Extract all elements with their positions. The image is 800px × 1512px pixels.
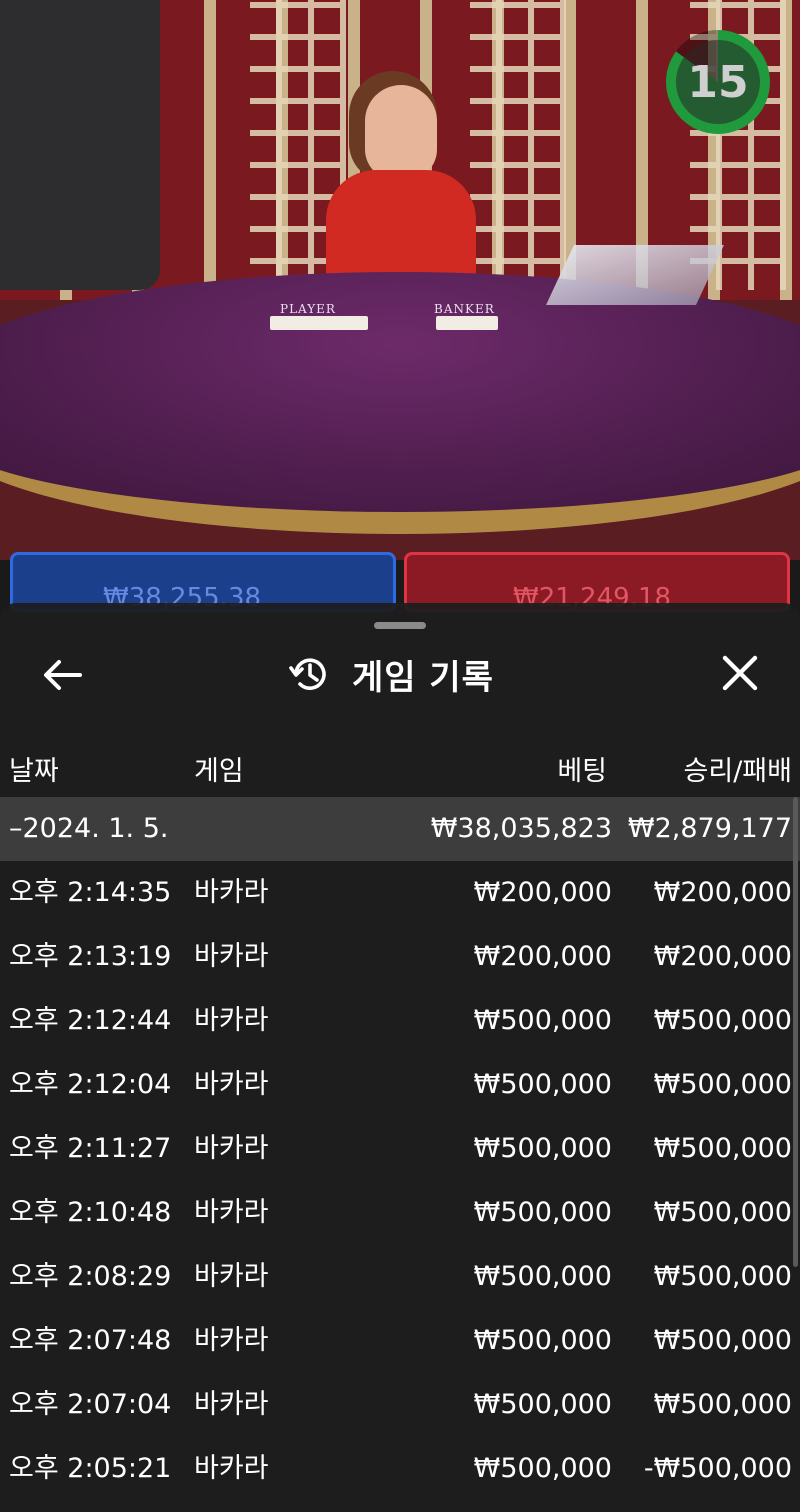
dealer-head xyxy=(365,85,437,180)
row-result: ₩500,000 xyxy=(653,1005,792,1036)
row-bet: ₩500,000 xyxy=(473,1261,612,1292)
drag-handle[interactable] xyxy=(374,622,426,629)
row-result: ₩500,000 xyxy=(653,1133,792,1164)
row-result: -₩500,000 xyxy=(643,1453,792,1484)
row-result: ₩500,000 xyxy=(653,1069,792,1100)
row-game: 바카라 xyxy=(194,941,269,972)
row-bet: ₩500,000 xyxy=(473,1133,612,1164)
date-group-row[interactable]: –2024. 1. 5. ₩38,035,823 ₩2,879,177 xyxy=(0,797,800,861)
history-row[interactable]: 오후 2:05:21 바카라 ₩500,000 -₩500,000 xyxy=(0,1437,800,1501)
row-game: 바카라 xyxy=(194,1325,269,1356)
live-video-feed: PLAYER BANKER 15 xyxy=(0,0,800,560)
history-row[interactable]: 오후 2:12:44 바카라 ₩500,000 ₩500,000 xyxy=(0,989,800,1053)
row-bet: ₩500,000 xyxy=(473,1197,612,1228)
row-bet: ₩500,000 xyxy=(473,1325,612,1356)
table-label-player: PLAYER xyxy=(280,302,336,316)
row-time: 오후 2:13:19 xyxy=(9,941,172,972)
row-bet: ₩200,000 xyxy=(473,877,612,908)
history-row[interactable]: 오후 2:14:35 바카라 ₩200,000 ₩200,000 xyxy=(0,861,800,925)
date-group-bet-total: ₩38,035,823 xyxy=(430,813,612,844)
scrollbar[interactable] xyxy=(793,797,798,1267)
column-header-result: 승리/패배 xyxy=(683,756,792,787)
close-icon xyxy=(722,655,758,691)
row-time: 오후 2:14:35 xyxy=(9,877,172,908)
dealer-assistant xyxy=(0,0,160,290)
row-game: 바카라 xyxy=(194,1197,269,1228)
row-result: ₩500,000 xyxy=(653,1261,792,1292)
sheet-title: 게임 기록 xyxy=(352,657,494,698)
row-game: 바카라 xyxy=(194,1453,269,1484)
history-icon xyxy=(289,658,326,690)
history-row[interactable]: 오후 2:11:27 바카라 ₩500,000 ₩500,000 xyxy=(0,1117,800,1181)
column-header-bet: 베팅 xyxy=(557,756,607,787)
row-result: ₩200,000 xyxy=(653,941,792,972)
history-row[interactable]: 오후 2:12:04 바카라 ₩500,000 ₩500,000 xyxy=(0,1053,800,1117)
countdown-timer: 15 xyxy=(666,30,770,134)
column-header-game: 게임 xyxy=(194,756,244,787)
row-bet: ₩500,000 xyxy=(473,1005,612,1036)
row-bet: ₩500,000 xyxy=(473,1453,612,1484)
row-time: 오후 2:05:21 xyxy=(9,1453,172,1484)
game-history-sheet: 게임 기록 날짜 게임 베팅 승리/패배 –2024. 1. 5. ₩38,03… xyxy=(0,603,800,1512)
arrow-left-icon xyxy=(44,660,82,690)
row-result: ₩500,000 xyxy=(653,1389,792,1420)
row-time: 오후 2:07:04 xyxy=(9,1389,172,1420)
table-label-banker: BANKER xyxy=(434,302,495,316)
date-group-label: –2024. 1. 5. xyxy=(9,813,169,844)
history-row[interactable]: 오후 2:07:48 바카라 ₩500,000 ₩500,000 xyxy=(0,1309,800,1373)
lattice-panel xyxy=(470,0,566,290)
close-button[interactable] xyxy=(716,649,764,697)
row-bet: ₩500,000 xyxy=(473,1389,612,1420)
sheet-header: 게임 기록 xyxy=(288,649,494,699)
row-bet: ₩200,000 xyxy=(473,941,612,972)
row-result: ₩500,000 xyxy=(653,1197,792,1228)
row-result: ₩200,000 xyxy=(653,877,792,908)
history-row[interactable]: 오후 2:07:04 바카라 ₩500,000 ₩500,000 xyxy=(0,1373,800,1437)
history-row[interactable]: 오후 2:13:19 바카라 ₩200,000 ₩200,000 xyxy=(0,925,800,989)
baccarat-table xyxy=(0,272,800,534)
row-game: 바카라 xyxy=(194,1005,269,1036)
banker-cards xyxy=(436,316,498,330)
row-bet: ₩500,000 xyxy=(473,1069,612,1100)
history-row[interactable]: 오후 2:08:29 바카라 ₩500,000 ₩500,000 xyxy=(0,1245,800,1309)
back-button[interactable] xyxy=(40,653,84,697)
history-row[interactable]: 오후 2:10:48 바카라 ₩500,000 ₩500,000 xyxy=(0,1181,800,1245)
row-time: 오후 2:11:27 xyxy=(9,1133,172,1164)
player-cards xyxy=(270,316,368,330)
row-result: ₩500,000 xyxy=(653,1325,792,1356)
column-header-date: 날짜 xyxy=(9,756,59,787)
history-list: –2024. 1. 5. ₩38,035,823 ₩2,879,177 오후 2… xyxy=(0,797,800,1501)
row-time: 오후 2:07:48 xyxy=(9,1325,172,1356)
row-time: 오후 2:12:04 xyxy=(9,1069,172,1100)
row-time: 오후 2:10:48 xyxy=(9,1197,172,1228)
row-game: 바카라 xyxy=(194,1069,269,1100)
row-time: 오후 2:12:44 xyxy=(9,1005,172,1036)
timer-value: 15 xyxy=(676,40,760,124)
row-game: 바카라 xyxy=(194,1389,269,1420)
date-group-result-total: ₩2,879,177 xyxy=(627,813,792,844)
row-time: 오후 2:08:29 xyxy=(9,1261,172,1292)
card-shoe xyxy=(546,245,724,305)
row-game: 바카라 xyxy=(194,1133,269,1164)
row-game: 바카라 xyxy=(194,877,269,908)
row-game: 바카라 xyxy=(194,1261,269,1292)
